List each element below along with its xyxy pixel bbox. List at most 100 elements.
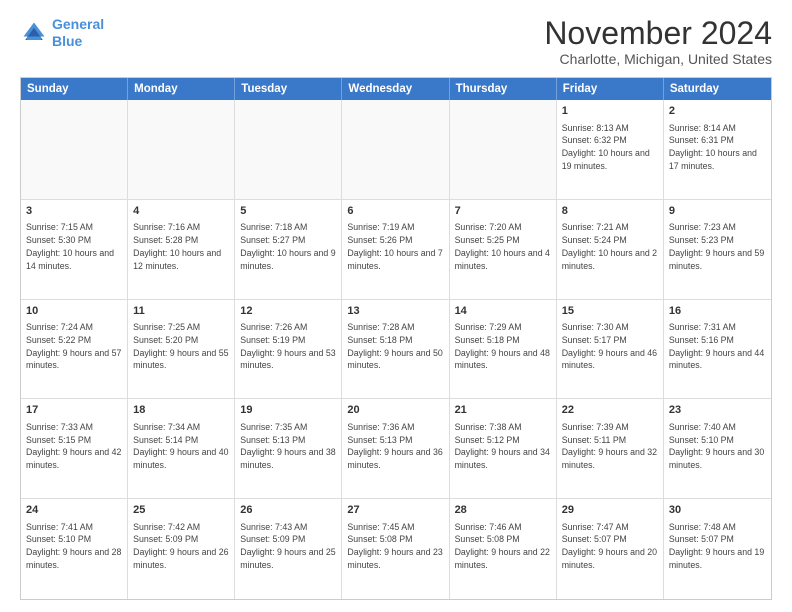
cal-cell: 1 Sunrise: 8:13 AM Sunset: 6:32 PM Daylig… (557, 100, 664, 199)
calendar: SundayMondayTuesdayWednesdayThursdayFrid… (20, 77, 772, 600)
cal-cell (235, 100, 342, 199)
day-info: Sunrise: 7:43 AM Sunset: 5:09 PM Dayligh… (240, 521, 336, 572)
cal-cell: 26 Sunrise: 7:43 AM Sunset: 5:09 PM Dayli… (235, 499, 342, 599)
day-info: Sunrise: 8:14 AM Sunset: 6:31 PM Dayligh… (669, 122, 766, 173)
day-number: 24 (26, 503, 122, 518)
cal-cell: 16Sunrise: 7:31 AM Sunset: 5:16 PM Dayli… (664, 300, 771, 399)
cal-cell: 12Sunrise: 7:26 AM Sunset: 5:19 PM Dayli… (235, 300, 342, 399)
week-row-2: 3 Sunrise: 7:15 AM Sunset: 5:30 PM Daylig… (21, 200, 771, 300)
day-info: Sunrise: 7:25 AM Sunset: 5:20 PM Dayligh… (133, 321, 229, 372)
day-info: Sunrise: 7:26 AM Sunset: 5:19 PM Dayligh… (240, 321, 336, 372)
cal-cell: 10Sunrise: 7:24 AM Sunset: 5:22 PM Dayli… (21, 300, 128, 399)
day-number: 18 (133, 403, 229, 418)
day-number: 10 (26, 304, 122, 319)
day-info: Sunrise: 7:23 AM Sunset: 5:23 PM Dayligh… (669, 221, 766, 272)
calendar-body: 1 Sunrise: 8:13 AM Sunset: 6:32 PM Daylig… (21, 100, 771, 599)
day-info: Sunrise: 7:15 AM Sunset: 5:30 PM Dayligh… (26, 221, 122, 272)
cal-cell: 27 Sunrise: 7:45 AM Sunset: 5:08 PM Dayli… (342, 499, 449, 599)
cal-cell: 11 Sunrise: 7:25 AM Sunset: 5:20 PM Dayli… (128, 300, 235, 399)
day-number: 5 (240, 204, 336, 219)
day-number: 27 (347, 503, 443, 518)
week-row-5: 24Sunrise: 7:41 AM Sunset: 5:10 PM Dayli… (21, 499, 771, 599)
cal-cell: 5 Sunrise: 7:18 AM Sunset: 5:27 PM Daylig… (235, 200, 342, 299)
day-number: 25 (133, 503, 229, 518)
day-number: 14 (455, 304, 551, 319)
cal-cell (21, 100, 128, 199)
day-info: Sunrise: 7:16 AM Sunset: 5:28 PM Dayligh… (133, 221, 229, 272)
month-title: November 2024 (544, 16, 772, 51)
day-info: Sunrise: 7:20 AM Sunset: 5:25 PM Dayligh… (455, 221, 551, 272)
cal-cell: 30 Sunrise: 7:48 AM Sunset: 5:07 PM Dayli… (664, 499, 771, 599)
cal-cell: 24Sunrise: 7:41 AM Sunset: 5:10 PM Dayli… (21, 499, 128, 599)
day-number: 29 (562, 503, 658, 518)
day-number: 19 (240, 403, 336, 418)
cal-cell (128, 100, 235, 199)
day-number: 28 (455, 503, 551, 518)
day-number: 11 (133, 304, 229, 319)
cal-cell: 6 Sunrise: 7:19 AM Sunset: 5:26 PM Daylig… (342, 200, 449, 299)
cal-cell (450, 100, 557, 199)
day-info: Sunrise: 7:31 AM Sunset: 5:16 PM Dayligh… (669, 321, 766, 372)
day-info: Sunrise: 7:47 AM Sunset: 5:07 PM Dayligh… (562, 521, 658, 572)
day-info: Sunrise: 7:42 AM Sunset: 5:09 PM Dayligh… (133, 521, 229, 572)
day-info: Sunrise: 7:34 AM Sunset: 5:14 PM Dayligh… (133, 421, 229, 472)
cal-cell: 28 Sunrise: 7:46 AM Sunset: 5:08 PM Dayli… (450, 499, 557, 599)
week-row-3: 10Sunrise: 7:24 AM Sunset: 5:22 PM Dayli… (21, 300, 771, 400)
title-block: November 2024 Charlotte, Michigan, Unite… (544, 16, 772, 67)
day-number: 2 (669, 104, 766, 119)
day-info: Sunrise: 7:19 AM Sunset: 5:26 PM Dayligh… (347, 221, 443, 272)
cal-cell: 4 Sunrise: 7:16 AM Sunset: 5:28 PM Daylig… (128, 200, 235, 299)
day-info: Sunrise: 7:38 AM Sunset: 5:12 PM Dayligh… (455, 421, 551, 472)
cal-cell: 7Sunrise: 7:20 AM Sunset: 5:25 PM Daylig… (450, 200, 557, 299)
cal-cell: 21 Sunrise: 7:38 AM Sunset: 5:12 PM Dayli… (450, 399, 557, 498)
day-info: Sunrise: 7:18 AM Sunset: 5:27 PM Dayligh… (240, 221, 336, 272)
cal-cell: 14 Sunrise: 7:29 AM Sunset: 5:18 PM Dayli… (450, 300, 557, 399)
day-info: Sunrise: 7:48 AM Sunset: 5:07 PM Dayligh… (669, 521, 766, 572)
day-header-friday: Friday (557, 78, 664, 100)
location: Charlotte, Michigan, United States (544, 51, 772, 67)
logo: General Blue (20, 16, 104, 50)
day-info: Sunrise: 7:39 AM Sunset: 5:11 PM Dayligh… (562, 421, 658, 472)
day-info: Sunrise: 8:13 AM Sunset: 6:32 PM Dayligh… (562, 122, 658, 173)
day-number: 1 (562, 104, 658, 119)
day-header-thursday: Thursday (450, 78, 557, 100)
logo-general: General (52, 16, 104, 32)
cal-cell: 25 Sunrise: 7:42 AM Sunset: 5:09 PM Dayli… (128, 499, 235, 599)
day-header-wednesday: Wednesday (342, 78, 449, 100)
day-info: Sunrise: 7:45 AM Sunset: 5:08 PM Dayligh… (347, 521, 443, 572)
day-header-sunday: Sunday (21, 78, 128, 100)
cal-cell: 3 Sunrise: 7:15 AM Sunset: 5:30 PM Daylig… (21, 200, 128, 299)
day-number: 3 (26, 204, 122, 219)
day-number: 26 (240, 503, 336, 518)
day-info: Sunrise: 7:21 AM Sunset: 5:24 PM Dayligh… (562, 221, 658, 272)
cal-cell: 2 Sunrise: 8:14 AM Sunset: 6:31 PM Daylig… (664, 100, 771, 199)
day-info: Sunrise: 7:30 AM Sunset: 5:17 PM Dayligh… (562, 321, 658, 372)
day-number: 6 (347, 204, 443, 219)
day-number: 20 (347, 403, 443, 418)
day-number: 23 (669, 403, 766, 418)
cal-cell: 17Sunrise: 7:33 AM Sunset: 5:15 PM Dayli… (21, 399, 128, 498)
day-header-monday: Monday (128, 78, 235, 100)
day-number: 30 (669, 503, 766, 518)
day-number: 4 (133, 204, 229, 219)
cal-cell: 20Sunrise: 7:36 AM Sunset: 5:13 PM Dayli… (342, 399, 449, 498)
week-row-4: 17Sunrise: 7:33 AM Sunset: 5:15 PM Dayli… (21, 399, 771, 499)
day-info: Sunrise: 7:35 AM Sunset: 5:13 PM Dayligh… (240, 421, 336, 472)
day-info: Sunrise: 7:40 AM Sunset: 5:10 PM Dayligh… (669, 421, 766, 472)
cal-cell (342, 100, 449, 199)
cal-cell: 23 Sunrise: 7:40 AM Sunset: 5:10 PM Dayli… (664, 399, 771, 498)
day-info: Sunrise: 7:29 AM Sunset: 5:18 PM Dayligh… (455, 321, 551, 372)
day-number: 9 (669, 204, 766, 219)
day-number: 17 (26, 403, 122, 418)
calendar-header: SundayMondayTuesdayWednesdayThursdayFrid… (21, 78, 771, 100)
day-header-saturday: Saturday (664, 78, 771, 100)
day-info: Sunrise: 7:46 AM Sunset: 5:08 PM Dayligh… (455, 521, 551, 572)
cal-cell: 13Sunrise: 7:28 AM Sunset: 5:18 PM Dayli… (342, 300, 449, 399)
day-number: 21 (455, 403, 551, 418)
cal-cell: 15 Sunrise: 7:30 AM Sunset: 5:17 PM Dayli… (557, 300, 664, 399)
day-number: 13 (347, 304, 443, 319)
page: General Blue November 2024 Charlotte, Mi… (0, 0, 792, 612)
day-number: 15 (562, 304, 658, 319)
day-number: 22 (562, 403, 658, 418)
header: General Blue November 2024 Charlotte, Mi… (20, 16, 772, 67)
